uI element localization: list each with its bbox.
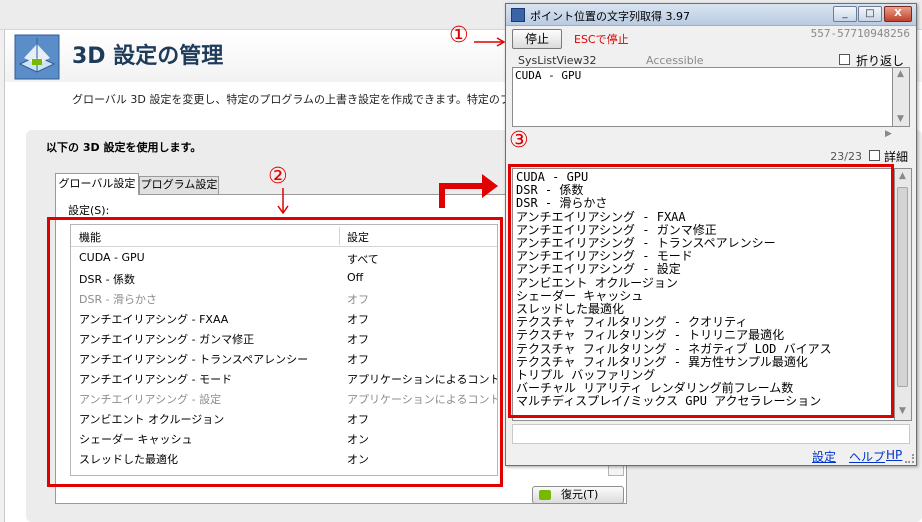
detail-checkbox[interactable] xyxy=(869,150,880,161)
item-count: 23/23 xyxy=(830,150,862,163)
captured-text-box[interactable]: CUDA - GPU xyxy=(512,67,893,127)
resize-grip-icon[interactable] xyxy=(905,454,914,463)
scroll-right-icon[interactable]: ▶ xyxy=(885,129,892,139)
section-title: 以下の 3D 設定を使用します。 xyxy=(46,141,202,154)
scroll-down-icon[interactable]: ▼ xyxy=(897,114,904,124)
annotation-number-1: ① xyxy=(449,23,469,48)
esc-hint: ESCで停止 xyxy=(574,33,629,46)
tool-title: ポイント位置の文字列取得 3.97 xyxy=(530,10,690,23)
settings-link[interactable]: 設定 xyxy=(812,448,836,465)
annotation-bent-arrow-icon xyxy=(439,174,498,208)
stop-button[interactable]: 停止 xyxy=(512,29,562,49)
annotation-number-2: ② xyxy=(268,164,288,189)
class-name-readout: SysListView32 xyxy=(518,54,597,67)
window-handle-readout: 557-57710948256 xyxy=(810,27,910,40)
homepage-link[interactable]: HP xyxy=(886,448,902,462)
help-link[interactable]: ヘルプ xyxy=(849,448,885,465)
annotation-number-3: ③ xyxy=(509,128,529,153)
scrollbar-thumb[interactable] xyxy=(897,187,908,387)
maximize-button[interactable]: □ xyxy=(858,6,882,22)
annotation-box-source-table xyxy=(47,217,503,487)
tab-program-settings[interactable]: プログラム設定 xyxy=(139,176,219,194)
wrap-checkbox[interactable] xyxy=(839,54,850,65)
nvidia-logo-icon xyxy=(539,490,551,500)
scroll-down-icon[interactable]: ▼ xyxy=(899,406,906,416)
minimize-button[interactable]: _ xyxy=(833,6,857,22)
scroll-up-icon[interactable]: ▲ xyxy=(899,171,906,181)
settings-label: 設定(S): xyxy=(68,204,110,217)
close-button[interactable]: X xyxy=(884,6,912,22)
annotation-arrow-right-icon xyxy=(474,37,506,47)
items-list-scrollbar[interactable]: ▲ ▼ xyxy=(895,168,912,421)
app-icon xyxy=(511,8,525,22)
tab-global-settings[interactable]: グローバル設定 xyxy=(55,173,139,195)
page-description: グローバル 3D 設定を変更し、特定のプログラムの上書き設定を作成できます。特定… xyxy=(72,93,544,106)
tool-titlebar[interactable]: ポイント位置の文字列取得 3.97 _ □ X xyxy=(506,4,916,26)
captured-text-hscrollbar[interactable]: ▶ xyxy=(512,128,910,142)
status-field xyxy=(512,424,910,444)
restore-button[interactable]: 復元(T) xyxy=(532,486,624,504)
restore-label: 復元(T) xyxy=(561,488,599,501)
annotation-box-captured-list xyxy=(508,164,894,418)
annotation-arrow-down-icon xyxy=(277,188,289,214)
page-title: 3D 設定の管理 xyxy=(72,44,224,69)
detail-label: 詳細 xyxy=(884,150,909,164)
accessibility-readout: Accessible xyxy=(646,54,704,67)
scroll-up-icon[interactable]: ▲ xyxy=(897,69,904,79)
captured-text-vscrollbar[interactable]: ▲ ▼ xyxy=(893,67,910,127)
3d-settings-icon xyxy=(14,34,60,80)
